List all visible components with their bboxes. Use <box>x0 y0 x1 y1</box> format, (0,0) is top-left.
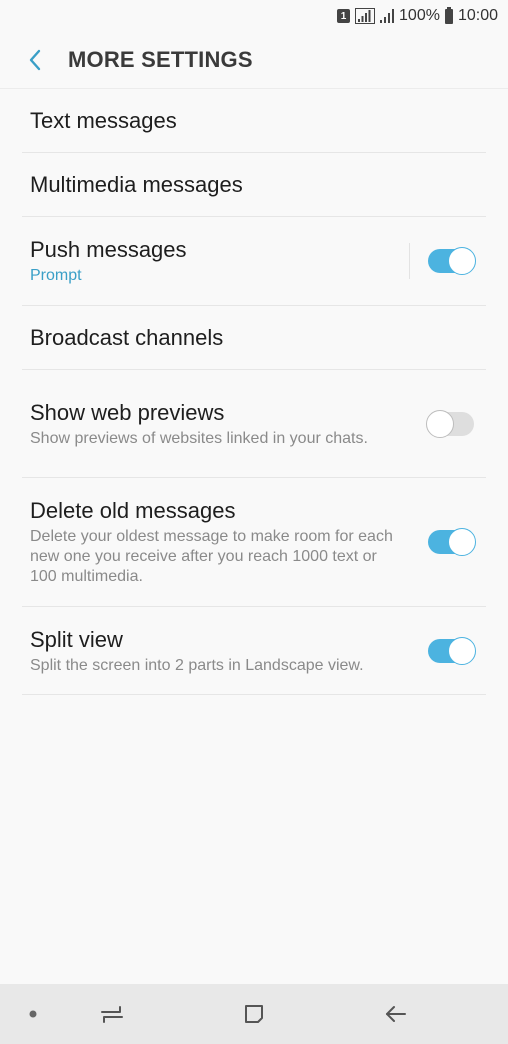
recent-apps-icon <box>101 1006 123 1023</box>
split-view-toggle[interactable] <box>428 636 476 665</box>
setting-label: Show web previews <box>30 399 225 425</box>
setting-web-previews[interactable]: Show web previews Show previews of websi… <box>22 370 486 478</box>
setting-label: Push messages <box>30 237 187 262</box>
setting-delete-old-messages[interactable]: Delete old messages Delete your oldest m… <box>22 478 486 607</box>
back-arrow-icon <box>386 1006 406 1022</box>
setting-text-messages[interactable]: Text messages <box>22 89 486 153</box>
chevron-left-icon <box>29 49 41 71</box>
setting-label: Multimedia messages <box>30 171 243 197</box>
settings-list: Text messages Multimedia messages Push m… <box>22 89 486 695</box>
signal-icon <box>380 9 395 23</box>
toggle-knob <box>426 409 454 438</box>
sim-icon: 1 <box>337 9 351 23</box>
setting-broadcast-channels[interactable]: Broadcast channels <box>22 306 486 370</box>
setting-label: Text messages <box>30 107 177 133</box>
setting-sublabel: Split the screen into 2 parts in Landsca… <box>30 656 364 674</box>
home-icon <box>245 1005 263 1023</box>
navigation-bar <box>0 984 508 1044</box>
battery-percent: 100% <box>399 7 440 24</box>
page-title: MORE SETTINGS <box>68 47 253 72</box>
system-back-button[interactable] <box>366 984 426 1044</box>
delete-old-messages-toggle[interactable] <box>428 528 476 556</box>
status-bar: 1 100% 10:00 <box>0 0 508 32</box>
signal-icon <box>355 8 376 24</box>
toggle-knob <box>448 247 476 275</box>
setting-sublabel: Delete your oldest message to make room … <box>30 528 393 585</box>
setting-label: Split view <box>30 626 123 652</box>
setting-split-view[interactable]: Split view Split the screen into 2 parts… <box>22 607 486 695</box>
setting-multimedia-messages[interactable]: Multimedia messages <box>22 153 486 217</box>
vertical-divider <box>409 243 410 279</box>
push-messages-toggle[interactable] <box>428 247 476 275</box>
recent-apps-button[interactable] <box>82 984 142 1044</box>
setting-label: Delete old messages <box>30 498 236 523</box>
setting-label: Broadcast channels <box>30 324 224 350</box>
setting-sublabel: Prompt <box>30 267 82 284</box>
dot-icon <box>3 984 63 1044</box>
status-time: 10:00 <box>457 7 498 24</box>
battery-icon <box>444 6 453 24</box>
toggle-knob <box>448 636 476 665</box>
web-previews-toggle[interactable] <box>426 409 474 438</box>
setting-push-messages[interactable]: Push messages Prompt <box>22 217 486 306</box>
toggle-knob <box>448 528 476 556</box>
setting-sublabel: Show previews of websites linked in your… <box>30 429 368 447</box>
home-button[interactable] <box>224 984 284 1044</box>
app-bar: MORE SETTINGS <box>0 32 508 89</box>
back-button[interactable] <box>20 40 50 80</box>
